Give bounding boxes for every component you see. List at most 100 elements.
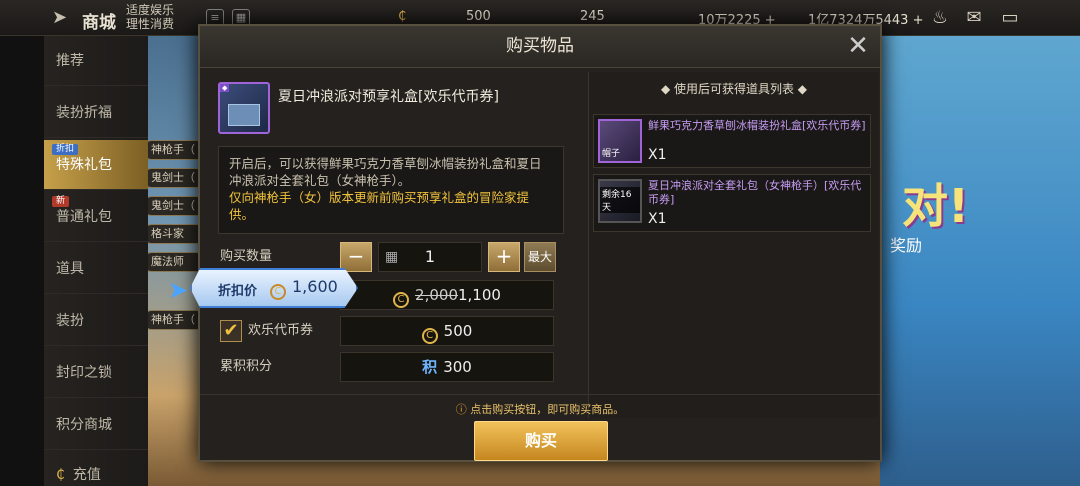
item-detail-pane: ◆ 夏日冲浪派对预享礼盒[欢乐代币券] 开启后，可以获得鲜果巧克力香草刨冰帽装扮… bbox=[212, 76, 578, 416]
recharge-coin-icon: ₵ bbox=[56, 467, 65, 483]
back-arrow-icon[interactable]: ➤ bbox=[52, 9, 70, 27]
quantity-row: 购买数量 − ▦ 1 + 最大 bbox=[218, 242, 564, 272]
sidebar-item-label: 普通礼包 bbox=[56, 209, 112, 225]
bg-chip: 鬼剑士（ bbox=[142, 196, 206, 216]
bg-chip: 格斗家 bbox=[142, 224, 206, 244]
pot-icon[interactable]: ♨ bbox=[928, 7, 952, 29]
calculator-icon[interactable]: ▦ bbox=[385, 243, 398, 271]
chat-icon[interactable]: ▭ bbox=[998, 7, 1022, 29]
sidebar-item-special-pack[interactable]: 折扣 特殊礼包 bbox=[44, 140, 148, 190]
bg-chip: 鬼剑士（ bbox=[142, 168, 206, 188]
sidebar-item-label: 道具 bbox=[56, 261, 84, 277]
coupon-row: ✔ 欢乐代币券 C 500 bbox=[218, 316, 564, 346]
currency-1: 500 bbox=[466, 9, 491, 24]
points-field: 积 300 bbox=[340, 352, 554, 382]
purchase-tip-text: 点击购买按钮，即可购买商品。 bbox=[470, 403, 625, 416]
item-icon: ◆ bbox=[218, 82, 270, 134]
sidebar-item-label: 封印之锁 bbox=[56, 365, 112, 381]
sidebar-item-label: 装扮折福 bbox=[56, 105, 112, 121]
final-price: 1,100 bbox=[458, 286, 501, 304]
points-value: 300 bbox=[443, 358, 472, 376]
item-name: 夏日冲浪派对预享礼盒[欢乐代币券] bbox=[278, 89, 499, 105]
discount-tag: 折扣 bbox=[52, 144, 79, 155]
price-field: C 2,0001,100 bbox=[340, 280, 554, 310]
discount-ribbon: 折扣价 C 1,600 bbox=[190, 268, 358, 308]
sidebar-item-seal-lock[interactable]: 封印之锁 bbox=[44, 348, 148, 398]
quantity-value: 1 bbox=[424, 247, 436, 266]
points-icon: 积 bbox=[422, 358, 438, 376]
purchase-dialog: 购买物品 ✕ ◆ 夏日冲浪派对预享礼盒[欢乐代币券] 开启后，可以获得鲜果巧克力… bbox=[198, 24, 882, 462]
bg-chip: 魔法师 bbox=[142, 252, 206, 272]
reward-list-pane: ◆ 使用后可获得道具列表 ◆ 帽子 鲜果巧克力香草刨冰帽装扮礼盒[欢乐代币券] … bbox=[588, 72, 878, 418]
max-button[interactable]: 最大 bbox=[524, 242, 556, 272]
increase-button[interactable]: + bbox=[488, 242, 520, 272]
currency-2: 245 bbox=[580, 9, 605, 24]
reward-item[interactable]: 剩余16天 夏日冲浪派对全套礼包（女神枪手）[欢乐代币券] X1 bbox=[593, 174, 871, 232]
coin-icon: C bbox=[393, 292, 410, 308]
page-title: 商城 bbox=[82, 13, 116, 33]
sidebar: 推荐 装扮折福 折扣 特殊礼包 新 普通礼包 道具 装扮 封印之锁 积分商城 ₵… bbox=[44, 36, 148, 486]
health-warning-line2: 理性消费 bbox=[126, 17, 175, 31]
health-warning: 适度娱乐 理性消费 bbox=[126, 3, 174, 31]
remaining-days-badge: 剩余16天 bbox=[600, 187, 640, 213]
sidebar-item-recommend[interactable]: 推荐 bbox=[44, 36, 148, 86]
close-icon[interactable]: ✕ bbox=[846, 33, 870, 59]
coupon-field: C 500 bbox=[340, 316, 554, 346]
coupon-label: 欢乐代币券 bbox=[248, 323, 314, 338]
new-tag: 新 bbox=[52, 196, 70, 207]
item-badge-icon: ◆ bbox=[220, 84, 230, 92]
points-row: 累积积分 积 300 bbox=[218, 352, 564, 382]
mail-icon[interactable]: ✉ bbox=[962, 7, 986, 29]
coupon-coin-icon: C bbox=[421, 328, 438, 344]
health-warning-line1: 适度娱乐 bbox=[126, 3, 175, 17]
event-banner-sub: 奖励 bbox=[890, 236, 923, 255]
sidebar-item-label: 充值 bbox=[72, 467, 101, 483]
sidebar-item-points-mall[interactable]: 积分商城 bbox=[44, 400, 148, 450]
sidebar-item-costume-discount[interactable]: 装扮折福 bbox=[44, 88, 148, 138]
reward-item[interactable]: 帽子 鲜果巧克力香草刨冰帽装扮礼盒[欢乐代币券] X1 bbox=[593, 114, 871, 168]
discount-value: 1,600 bbox=[292, 277, 338, 296]
reward-list-title: ◆ 使用后可获得道具列表 ◆ bbox=[660, 82, 808, 96]
info-icon: ⓘ bbox=[455, 403, 471, 416]
reward-quantity: X1 bbox=[648, 147, 667, 163]
dialog-header: 购买物品 ✕ bbox=[200, 26, 880, 68]
event-banner bbox=[880, 36, 1080, 486]
description-highlight: 仅向神枪手（女）版本更新前购买预享礼盒的冒险家提供。 bbox=[229, 190, 530, 222]
reward-quantity: X1 bbox=[648, 211, 667, 227]
discount-label: 折扣价 bbox=[218, 284, 258, 299]
reward-name: 鲜果巧克力香草刨冰帽装扮礼盒[欢乐代币券] bbox=[648, 119, 866, 132]
reward-icon-label: 帽子 bbox=[602, 149, 621, 159]
arrow-icon: ➤ bbox=[168, 276, 189, 304]
coin-icon: ₵ bbox=[398, 9, 407, 24]
buy-button[interactable]: 购买 bbox=[474, 421, 608, 461]
sidebar-item-label: 积分商城 bbox=[56, 417, 112, 433]
sidebar-item-label: 推荐 bbox=[56, 53, 84, 69]
sidebar-item-label: 装扮 bbox=[56, 313, 84, 329]
sidebar-item-costume[interactable]: 装扮 bbox=[44, 296, 148, 346]
bg-chip: 神枪手（ bbox=[142, 310, 206, 330]
decrease-button[interactable]: − bbox=[340, 242, 372, 272]
reward-name: 夏日冲浪派对全套礼包（女神枪手）[欢乐代币券] bbox=[648, 179, 862, 206]
costume-pack-icon: 剩余16天 bbox=[598, 179, 642, 223]
original-price: 2,000 bbox=[415, 286, 458, 304]
sidebar-item-recharge[interactable]: ₵ 充值 bbox=[44, 450, 148, 486]
gift-box-icon bbox=[228, 104, 260, 126]
sidebar-item-normal-pack[interactable]: 新 普通礼包 bbox=[44, 192, 148, 242]
sidebar-item-label: 特殊礼包 bbox=[56, 157, 112, 173]
dialog-footer: ⓘ 点击购买按钮，即可购买商品。 购买 bbox=[200, 394, 880, 462]
quantity-label: 购买数量 bbox=[220, 249, 273, 264]
coupon-value: 500 bbox=[443, 322, 473, 340]
bg-chip: 神枪手（ bbox=[142, 140, 206, 160]
hat-box-icon: 帽子 bbox=[598, 119, 642, 163]
description-text: 开启后，可以获得鲜果巧克力香草刨冰帽装扮礼盒和夏日冲浪派对全套礼包（女神枪手）。 bbox=[229, 156, 542, 188]
quantity-field[interactable]: ▦ 1 bbox=[378, 242, 482, 272]
event-banner-title: 对! bbox=[902, 179, 969, 233]
discount-value-wrap: C 1,600 bbox=[270, 277, 338, 300]
coupon-checkbox[interactable]: ✔ bbox=[220, 320, 242, 342]
item-description: 开启后，可以获得鲜果巧克力香草刨冰帽装扮礼盒和夏日冲浪派对全套礼包（女神枪手）。… bbox=[218, 146, 564, 234]
discount-coin-icon: C bbox=[270, 284, 286, 300]
purchase-tip: ⓘ 点击购买按钮，即可购买商品。 bbox=[200, 401, 880, 417]
points-label: 累积积分 bbox=[220, 359, 273, 374]
sidebar-item-items[interactable]: 道具 bbox=[44, 244, 148, 294]
dialog-title: 购买物品 bbox=[506, 36, 574, 56]
